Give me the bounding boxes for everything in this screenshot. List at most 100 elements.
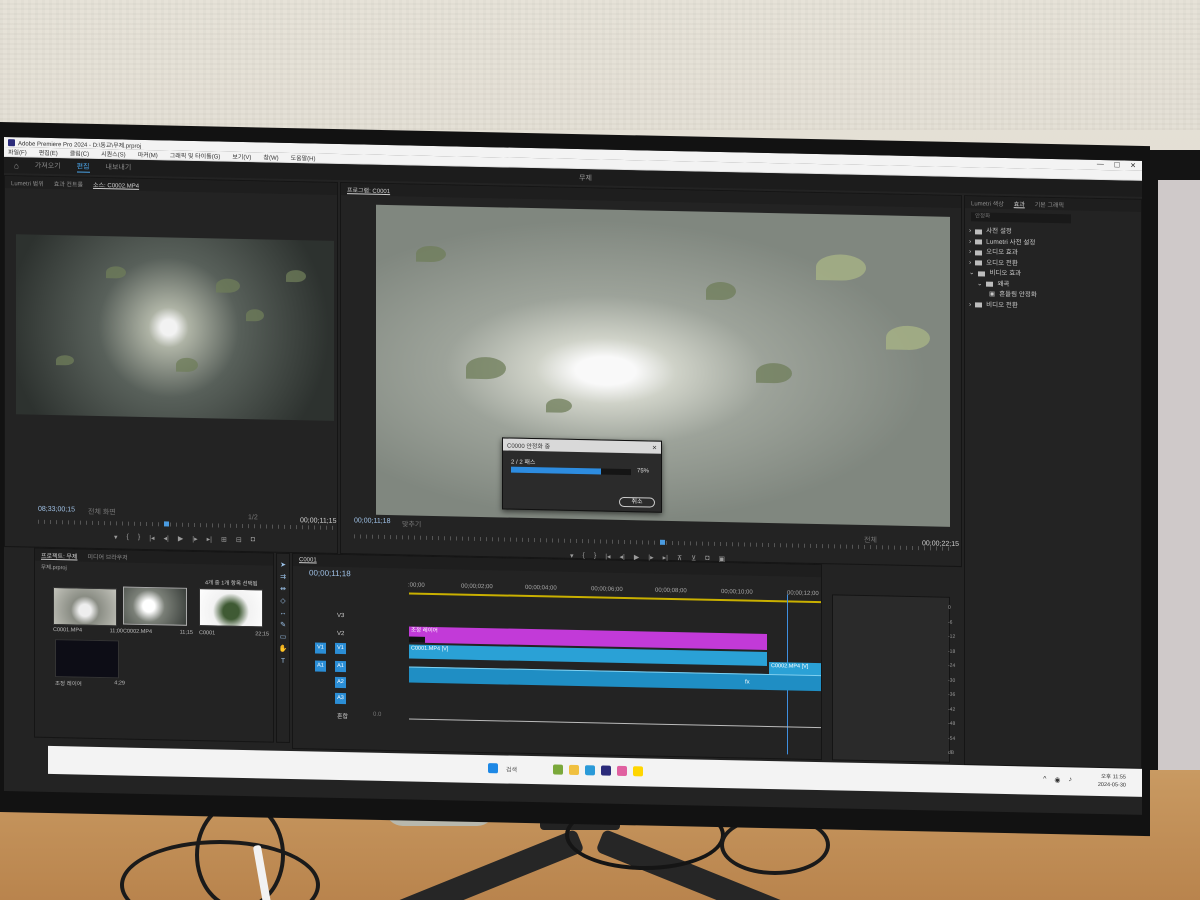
file-explorer-icon[interactable] bbox=[569, 764, 580, 776]
track-label-a2[interactable]: A2 bbox=[335, 676, 346, 689]
slip-icon[interactable]: ↔ bbox=[277, 608, 289, 620]
rectangle-icon[interactable]: ▭ bbox=[277, 632, 289, 644]
timeline-timecode[interactable]: 00;00;11;18 bbox=[309, 568, 351, 578]
tab-edit[interactable]: 편집 bbox=[76, 161, 90, 173]
ruler-tick: 00;00;08;00 bbox=[655, 587, 687, 595]
track-label-v1[interactable]: V1 bbox=[335, 642, 346, 655]
pen-icon[interactable]: ✎ bbox=[277, 620, 289, 632]
track-label-a1[interactable]: A1 bbox=[335, 660, 346, 673]
hand-icon[interactable]: ✋ bbox=[277, 644, 289, 656]
in-point-icon[interactable]: { bbox=[127, 534, 129, 542]
tab-essential-graphics[interactable]: 기본 그래픽 bbox=[1035, 199, 1064, 209]
tab-effect-controls[interactable]: 효과 컨트롤 bbox=[54, 179, 83, 189]
a1-audio-clip[interactable] bbox=[409, 666, 821, 692]
insert-icon[interactable]: ⊞ bbox=[221, 536, 227, 544]
home-icon[interactable]: ⌂ bbox=[14, 161, 19, 170]
source-playhead[interactable] bbox=[164, 521, 169, 527]
tab-lumetri-color[interactable]: Lumetri 색상 bbox=[971, 198, 1004, 208]
tab-lumetri-scopes[interactable]: Lumetri 범위 bbox=[11, 178, 44, 188]
tools-panel: ➤ ⇉ ⇹ ◇ ↔ ✎ ▭ ✋ T bbox=[276, 552, 290, 743]
effects-item-video-transitions[interactable]: › 비디오 전환 bbox=[969, 300, 1037, 312]
menu-help[interactable]: 도움말(H) bbox=[291, 153, 316, 163]
go-to-out-icon[interactable]: ▸| bbox=[207, 535, 212, 543]
volume-icon[interactable]: ♪ bbox=[1069, 776, 1073, 784]
premiere-taskbar-icon[interactable] bbox=[601, 765, 612, 776]
chevron-up-icon[interactable]: ^ bbox=[1043, 776, 1046, 784]
menu-clip[interactable]: 클립(C) bbox=[70, 148, 89, 157]
tab-sequence[interactable]: C0001 bbox=[299, 557, 317, 563]
source-patch-v1[interactable]: V1 bbox=[315, 642, 326, 654]
chevron-right-icon: › bbox=[969, 227, 972, 235]
taskbar-search[interactable]: 검색 bbox=[506, 764, 517, 773]
mix-value[interactable]: 0.0 bbox=[373, 712, 381, 718]
step-forward-icon[interactable]: |▸ bbox=[192, 535, 197, 543]
track-label-a3[interactable]: A3 bbox=[335, 692, 346, 705]
track-select-icon[interactable]: ⇉ bbox=[277, 572, 289, 584]
menu-view[interactable]: 보기(V) bbox=[232, 152, 251, 161]
tab-import[interactable]: 가져오기 bbox=[35, 161, 61, 172]
menu-sequence[interactable]: 시퀀스(S) bbox=[101, 149, 126, 159]
project-item-thumbnail[interactable] bbox=[55, 639, 119, 679]
ruler-tick: 00;00;06;00 bbox=[591, 586, 623, 593]
menu-window[interactable]: 창(W) bbox=[263, 152, 278, 161]
menu-edit[interactable]: 편집(E) bbox=[39, 148, 58, 157]
close-button[interactable]: ✕ bbox=[1130, 162, 1136, 170]
source-timecode-current[interactable]: 08;33;00;15 bbox=[38, 506, 75, 514]
project-item-thumbnail[interactable] bbox=[123, 586, 187, 626]
project-item[interactable]: C0001.MP4 11;00 bbox=[53, 627, 123, 634]
program-resolution-dropdown[interactable]: 전체 bbox=[864, 535, 877, 545]
black-clip[interactable] bbox=[409, 636, 425, 643]
program-fit-dropdown[interactable]: 맞추기 bbox=[402, 519, 421, 529]
mix-label: 혼합 bbox=[337, 713, 349, 721]
widgets-icon[interactable] bbox=[553, 764, 564, 775]
cancel-button[interactable]: 취소 bbox=[619, 496, 655, 508]
program-timecode-current[interactable]: 00;00;11;18 bbox=[354, 517, 390, 525]
project-item-thumbnail[interactable] bbox=[199, 588, 263, 628]
tab-export[interactable]: 내보내기 bbox=[106, 162, 132, 173]
ripple-edit-icon[interactable]: ⇹ bbox=[277, 584, 289, 596]
work-area-bar[interactable] bbox=[409, 592, 821, 604]
effects-item-distort[interactable]: ⌄ 왜곡 bbox=[969, 279, 1037, 291]
overwrite-icon[interactable]: ⊟ bbox=[236, 536, 242, 544]
type-icon[interactable]: T bbox=[277, 656, 289, 668]
windows-start-icon[interactable] bbox=[488, 763, 498, 774]
camera-icon[interactable]: ◘ bbox=[251, 536, 255, 544]
project-selection-info: 4개 중 1개 항목 선택됨 bbox=[205, 580, 258, 588]
edge-icon[interactable] bbox=[585, 765, 596, 776]
project-item[interactable]: C0001 22;15 bbox=[199, 630, 269, 637]
selection-tool-icon[interactable]: ➤ bbox=[277, 560, 289, 572]
progress-bar bbox=[511, 466, 631, 476]
source-fit-dropdown[interactable]: 전체 화면 bbox=[88, 507, 116, 518]
tab-program[interactable]: 프로그램: C0001 bbox=[347, 185, 390, 195]
project-item[interactable]: C0002.MP4 11;15 bbox=[123, 628, 193, 635]
maximize-button[interactable]: ☐ bbox=[1114, 161, 1120, 169]
project-item-thumbnail[interactable] bbox=[53, 587, 117, 627]
play-icon[interactable]: ▶ bbox=[178, 535, 183, 543]
marker-icon[interactable]: ▾ bbox=[114, 533, 118, 541]
taskbar-clock[interactable]: 오후 11:55 2024-05-30 bbox=[1098, 773, 1126, 790]
tab-media-browser[interactable]: 미디어 브라우저 bbox=[87, 551, 127, 561]
razor-icon[interactable]: ◇ bbox=[277, 596, 289, 608]
out-point-icon[interactable]: } bbox=[138, 534, 140, 542]
project-item[interactable]: 조정 레이어 4;29 bbox=[55, 679, 125, 688]
effects-tree: › 사전 설정 › Lumetri 사전 설정 › 오디오 효과 › 오디오 전환 ⌄ 비… bbox=[969, 226, 1037, 311]
source-patch-a1[interactable]: A1 bbox=[315, 660, 326, 672]
source-timecode-duration: 00;00;11;15 bbox=[300, 517, 337, 525]
effects-search-input[interactable]: 안정화 bbox=[971, 212, 1071, 224]
chevron-down-icon: ⌄ bbox=[969, 269, 975, 277]
go-to-in-icon[interactable]: |◂ bbox=[149, 534, 154, 542]
network-icon[interactable]: ◉ bbox=[1054, 776, 1060, 784]
menu-marker[interactable]: 마커(M) bbox=[138, 150, 158, 159]
kakaotalk-icon[interactable] bbox=[633, 766, 644, 777]
menu-graphics[interactable]: 그래픽 및 타이틀(G) bbox=[170, 150, 221, 160]
program-playhead[interactable] bbox=[660, 539, 665, 545]
source-resolution-dropdown[interactable]: 1/2 bbox=[248, 514, 258, 521]
minimize-button[interactable]: — bbox=[1097, 161, 1104, 169]
step-back-icon[interactable]: ◂| bbox=[164, 534, 169, 542]
tab-source[interactable]: 소스: C0002.MP4 bbox=[93, 179, 139, 189]
tab-effects[interactable]: 효과 bbox=[1014, 199, 1025, 208]
dialog-close-icon[interactable]: ✕ bbox=[652, 444, 657, 451]
photos-icon[interactable] bbox=[617, 765, 628, 777]
tab-project[interactable]: 프로젝트: 무제 bbox=[41, 550, 77, 560]
menu-file[interactable]: 파일(F) bbox=[8, 147, 27, 156]
